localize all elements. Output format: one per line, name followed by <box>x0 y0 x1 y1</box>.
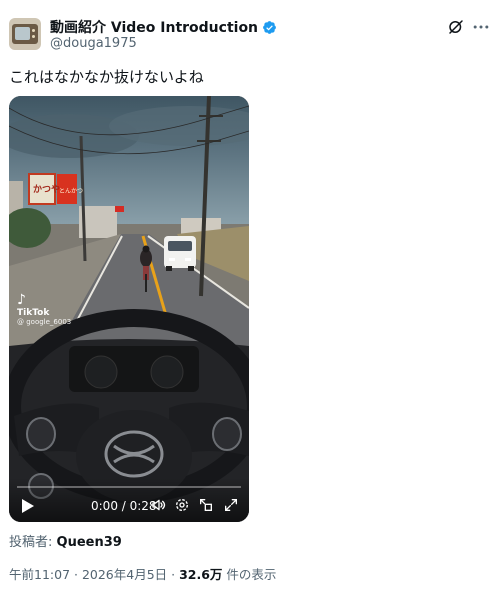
author-handle[interactable]: @douga1975 <box>50 36 137 51</box>
author-display-name[interactable]: 動画紹介 Video Introduction <box>50 17 258 37</box>
tiktok-logo-icon: ♪ <box>17 292 26 308</box>
poster-name[interactable]: Queen39 <box>57 535 122 550</box>
play-icon[interactable] <box>21 498 35 514</box>
volume-icon[interactable] <box>151 497 167 513</box>
fullscreen-icon[interactable] <box>223 497 239 513</box>
author-name-row: 動画紹介 Video Introduction <box>50 17 277 37</box>
verified-badge-icon <box>263 20 276 34</box>
settings-icon[interactable] <box>174 497 190 513</box>
meta-separator: · <box>70 567 82 582</box>
video-player[interactable]: かつや とんかつ ♪ TikTok @ google_6003 0:00 / 0… <box>9 96 249 522</box>
tiktok-user: @ google_6003 <box>17 318 72 326</box>
more-options-icon[interactable] <box>471 17 491 37</box>
tiktok-watermark: ♪ TikTok @ google_6003 <box>17 292 71 326</box>
video-progress-bar[interactable] <box>17 486 241 488</box>
avatar[interactable] <box>9 18 41 50</box>
view-count: 32.6万 <box>179 567 223 582</box>
poster-label: 投稿者: <box>9 535 57 550</box>
video-time: 0:00 / 0:28 <box>91 499 157 513</box>
tweet-time[interactable]: 午前11:07 <box>9 567 70 582</box>
grok-icon[interactable] <box>447 18 465 36</box>
view-label: 件の表示 <box>222 567 277 582</box>
tiktok-brand: TikTok <box>17 308 50 318</box>
tweet-date[interactable]: 2026年4月5日 <box>82 567 167 582</box>
poster-credit: 投稿者: Queen39 <box>9 531 122 550</box>
tweet-meta: 午前11:07 · 2026年4月5日 · 32.6万 件の表示 <box>9 564 276 583</box>
pip-icon[interactable] <box>198 497 214 513</box>
tweet-text: これはなかなか抜けないよね <box>9 68 204 86</box>
video-controls: 0:00 / 0:28 <box>9 478 249 522</box>
meta-separator: · <box>167 567 180 582</box>
